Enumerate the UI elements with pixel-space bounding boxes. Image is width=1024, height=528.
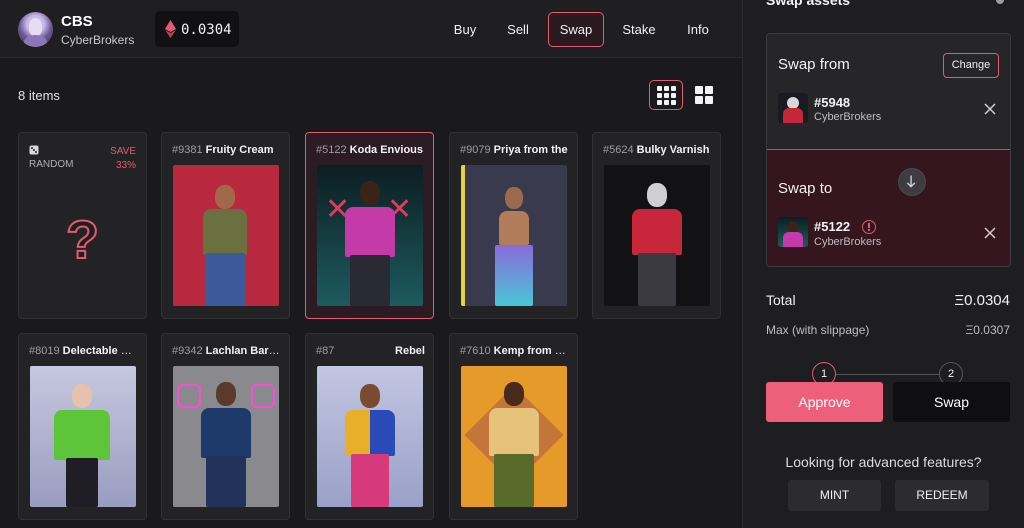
max-slippage-value: Ξ0.0307: [965, 323, 1010, 337]
settings-icon[interactable]: [994, 0, 1006, 6]
nft-artwork: [461, 366, 567, 507]
approve-button[interactable]: Approve: [766, 382, 883, 422]
swap-to-collection: CyberBrokers: [814, 236, 882, 248]
swap-from-collection: CyberBrokers: [814, 111, 882, 123]
nft-artwork: [173, 165, 279, 306]
eth-price-value: 0.0304: [181, 22, 232, 38]
nft-artwork: ✕ ✕: [317, 165, 423, 306]
nav-tab-swap[interactable]: Swap: [548, 12, 604, 47]
question-mark-icon: ?: [65, 209, 100, 271]
ethereum-icon: [165, 20, 176, 38]
items-area: 8 items RANDOM SAVE 33% ? #9381 Fruity C…: [0, 58, 742, 528]
dice-icon: [29, 145, 39, 155]
swap-panel: Swap assets Swap from Change #5948 Cyber…: [742, 0, 1024, 528]
small-grid-icon: [656, 85, 676, 105]
swap-box: Swap from Change #5948 CyberBrokers Swap…: [766, 33, 1011, 267]
swap-to-title: Swap to: [778, 180, 833, 197]
total-value: Ξ0.0304: [954, 292, 1010, 309]
nft-artwork: [30, 366, 136, 507]
nft-artwork: [173, 366, 279, 507]
remove-to-close-icon[interactable]: [984, 227, 996, 239]
swap-to-token-id: #5122: [814, 219, 851, 234]
nft-card[interactable]: #8019 Delectable Bot: [18, 333, 147, 520]
eth-price-box: 0.0304: [155, 11, 239, 47]
large-grid-icon: [695, 86, 713, 104]
save-badge: SAVE 33%: [110, 146, 136, 171]
nft-card-selected[interactable]: #5122 Koda Envious ✕ ✕: [305, 132, 434, 319]
nav-tab-sell[interactable]: Sell: [496, 12, 540, 47]
max-slippage-label: Max (with slippage): [766, 323, 870, 337]
top-header: CBS CyberBrokers 0.0304 Buy Sell Swap St…: [0, 0, 742, 58]
nft-card[interactable]: #9342 Lachlan Barrow: [161, 333, 290, 520]
info-icon[interactable]: [862, 220, 876, 234]
arrow-down-icon: [906, 175, 916, 188]
nft-card[interactable]: #7610 Kemp from the: [449, 333, 578, 520]
large-grid-view-button[interactable]: [687, 80, 721, 110]
swap-to-thumbnail: [778, 217, 808, 247]
collection-name: CyberBrokers: [61, 33, 135, 47]
nft-artwork: [317, 366, 423, 507]
nav-tab-buy[interactable]: Buy: [442, 12, 488, 47]
nft-artwork: [604, 165, 710, 306]
step-connector: [835, 374, 951, 375]
random-card[interactable]: RANDOM SAVE 33% ?: [18, 132, 147, 319]
item-count: 8 items: [18, 88, 60, 103]
nft-card[interactable]: #9381 Fruity Cream: [161, 132, 290, 319]
nft-card[interactable]: #5624 Bulky Varnish: [592, 132, 721, 319]
swap-direction-button[interactable]: [898, 168, 926, 196]
swap-to-section: Swap to #5122 CyberBrokers: [767, 149, 1010, 266]
change-button[interactable]: Change: [943, 53, 999, 78]
mint-button[interactable]: MINT: [788, 480, 881, 511]
swap-from-title: Swap from: [778, 56, 850, 73]
advanced-features-text: Looking for advanced features?: [785, 454, 982, 470]
swap-from-token-id: #5948: [814, 95, 851, 110]
swap-button[interactable]: Swap: [893, 382, 1010, 422]
swap-from-section: Swap from Change #5948 CyberBrokers: [767, 34, 1010, 149]
nft-artwork: [461, 165, 567, 306]
nft-card[interactable]: #9079 Priya from the: [449, 132, 578, 319]
nav-tab-info[interactable]: Info: [674, 12, 722, 47]
small-grid-view-button[interactable]: [649, 80, 683, 110]
total-label: Total: [766, 292, 796, 308]
redeem-button[interactable]: REDEEM: [895, 480, 989, 511]
swap-from-thumbnail: [778, 93, 808, 123]
panel-title: Swap assets: [766, 0, 851, 8]
remove-from-close-icon[interactable]: [984, 103, 996, 115]
random-label: RANDOM: [29, 145, 73, 170]
nav-tab-stake[interactable]: Stake: [613, 12, 665, 47]
nft-card[interactable]: #87 Rebel: [305, 333, 434, 520]
collection-avatar[interactable]: [18, 12, 53, 47]
collection-symbol: CBS: [61, 13, 93, 30]
